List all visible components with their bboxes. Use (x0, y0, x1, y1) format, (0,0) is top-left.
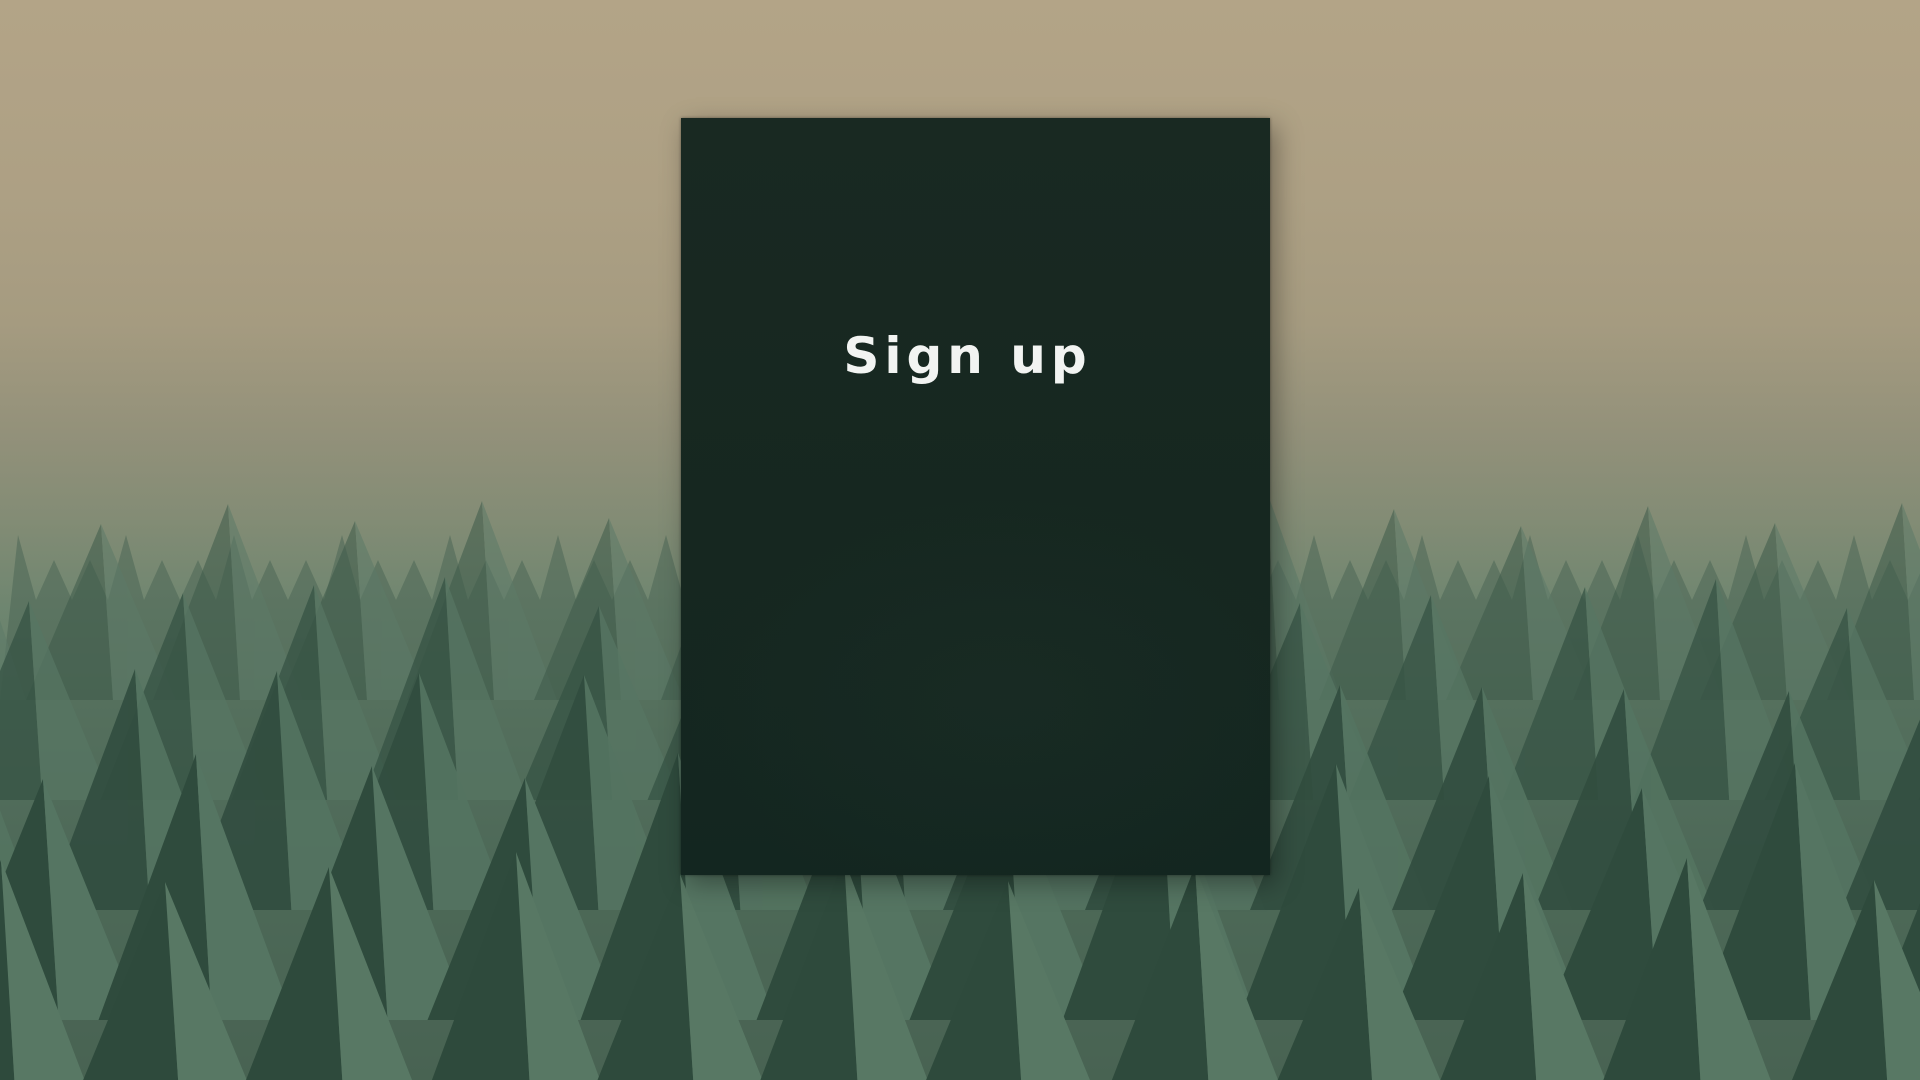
page-title: Sign up (843, 327, 1092, 385)
signup-panel: Sign up (681, 118, 1270, 875)
